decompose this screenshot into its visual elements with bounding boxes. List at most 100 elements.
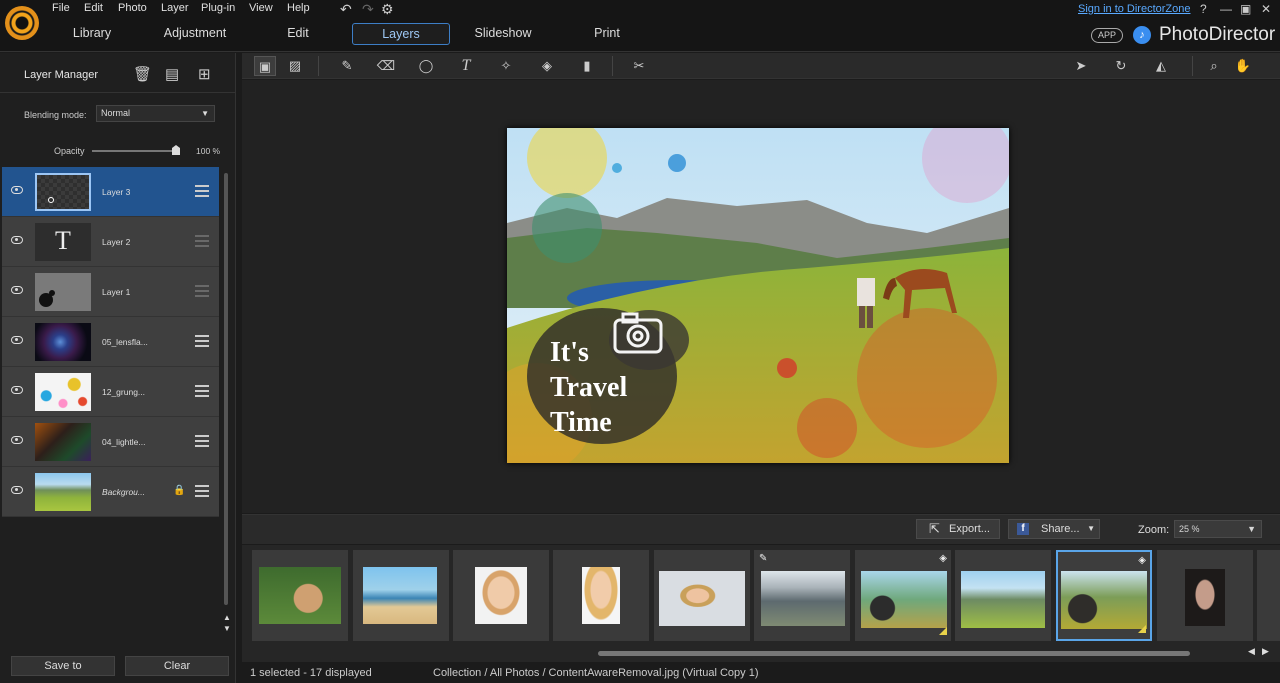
film-thumbnail[interactable]: ✎ [754,550,850,641]
zoom-icon[interactable]: ⌕ [1203,56,1225,76]
close-button[interactable]: ✕ [1261,2,1271,16]
notification-icon[interactable]: ♪ [1133,26,1151,44]
layer-name[interactable]: Layer 2 [102,237,130,247]
layer-adjust-icon[interactable] [195,335,209,347]
tab-slideshow[interactable]: Slideshow [460,23,546,45]
signin-link[interactable]: Sign in to DirectorZone [1078,3,1191,15]
scroll-up-icon[interactable]: ▲ [223,613,231,622]
film-thumbnail[interactable] [955,550,1051,641]
document-menu-icon[interactable]: ▤ [165,65,179,83]
layer-adjust-icon[interactable] [195,285,209,297]
menu-layer[interactable]: Layer [161,2,189,14]
visibility-eye-icon[interactable] [11,286,23,294]
menu-file[interactable]: File [52,2,70,14]
add-layer-icon[interactable]: ⊞ [198,65,211,83]
film-thumbnail[interactable] [252,550,348,641]
redo-icon[interactable]: ↷ [362,1,374,18]
visibility-eye-icon[interactable] [11,186,23,194]
tab-adjustment[interactable]: Adjustment [150,23,240,45]
maximize-button[interactable]: ▣ [1240,2,1251,16]
layer-item[interactable]: Layer 1 [2,267,219,317]
zoom-select[interactable]: 25 % ▼ [1174,520,1262,538]
menu-plugin[interactable]: Plug-in [201,2,235,14]
layer-thumbnail [35,473,91,511]
minimize-button[interactable]: — [1220,2,1232,16]
opacity-slider-handle[interactable] [172,145,180,155]
clear-button[interactable]: Clear [125,656,229,676]
layer-name[interactable]: Backgrou... [102,487,145,497]
undo-icon[interactable]: ↶ [340,1,352,18]
menu-photo[interactable]: Photo [118,2,147,14]
rotate-icon[interactable]: ↻ [1110,56,1132,76]
layer-item[interactable]: 05_lensfla... [2,317,219,367]
app-badge[interactable]: APP [1091,28,1123,43]
scroll-down-icon[interactable]: ▼ [223,624,231,633]
blending-mode-select[interactable]: Normal ▼ [96,105,215,122]
visibility-eye-icon[interactable] [11,386,23,394]
layer-name[interactable]: Layer 1 [102,287,130,297]
layer-adjust-icon[interactable] [195,185,209,197]
pointer-icon[interactable]: ➤ [1070,56,1092,76]
film-thumbnail[interactable]: ◈ [855,550,951,641]
ellipse-icon[interactable]: ◯ [415,56,437,76]
composite-photo[interactable]: It's Travel Time [507,128,1009,463]
lock-icon[interactable]: 🔒 [173,485,185,496]
layer-list-scrollbar[interactable] [224,173,228,605]
text-tool-icon[interactable]: T [455,56,477,76]
film-thumbnail[interactable] [1257,550,1280,641]
brush-icon[interactable]: ✎ [336,56,358,76]
eraser-icon[interactable]: ⌫ [375,56,397,76]
flip-icon[interactable]: ◭ [1150,56,1172,76]
menu-view[interactable]: View [249,2,273,14]
layer-item[interactable]: 12_grung... [2,367,219,417]
layer-item[interactable]: Backgrou... 🔒 [2,467,219,517]
tab-library[interactable]: Library [50,23,134,45]
photo-thumbnail [961,571,1045,628]
film-thumbnail[interactable] [453,550,549,641]
fill-bucket-icon[interactable]: ◈ [536,56,558,76]
menu-edit[interactable]: Edit [84,2,103,14]
settings-icon[interactable]: ⚙ [381,1,394,18]
trash-icon[interactable]: 🗑 [133,65,152,83]
visibility-eye-icon[interactable] [11,336,23,344]
layer-name[interactable]: 05_lensfla... [102,337,148,347]
film-thumbnail-selected[interactable]: ◈ [1056,550,1152,641]
film-thumbnail[interactable] [553,550,649,641]
scroll-left-icon[interactable]: ◀ [1248,646,1255,657]
visibility-eye-icon[interactable] [11,486,23,494]
layer-name[interactable]: Layer 3 [102,187,130,197]
layer-adjust-icon[interactable] [195,435,209,447]
tab-print[interactable]: Print [570,23,644,45]
layer-adjust-icon[interactable] [195,235,209,247]
chevron-down-icon[interactable]: ▼ [1087,520,1095,538]
visibility-eye-icon[interactable] [11,436,23,444]
help-button[interactable]: ? [1200,2,1207,16]
layer-adjust-icon[interactable] [195,385,209,397]
share-button[interactable]: f Share... ▼ [1008,519,1100,539]
layer-name[interactable]: 04_lightle... [102,437,145,447]
layer-view-icon[interactable]: ▣ [254,56,276,76]
scroll-right-icon[interactable]: ▶ [1262,646,1269,657]
image-icon[interactable]: ▨ [284,56,306,76]
clone-stamp-icon[interactable]: ✧ [495,56,517,76]
pan-hand-icon[interactable]: ✋ [1232,56,1254,76]
tab-edit[interactable]: Edit [260,23,336,45]
filmstrip-scrollbar[interactable] [598,651,1190,656]
film-thumbnail[interactable] [654,550,750,641]
cut-icon[interactable]: ✂ [628,56,650,76]
visibility-eye-icon[interactable] [11,236,23,244]
menu-help[interactable]: Help [287,2,310,14]
layer-item[interactable]: T Layer 2 [2,217,219,267]
film-thumbnail[interactable] [353,550,449,641]
film-thumbnail[interactable] [1157,550,1253,641]
menu-bar: File Edit Photo Layer Plug-in View Help … [0,0,1280,17]
layer-item[interactable]: Layer 3 [2,167,219,217]
export-button[interactable]: ⇱ Export... [916,519,1000,539]
opacity-slider[interactable] [92,150,180,152]
layer-adjust-icon[interactable] [195,485,209,497]
layer-item[interactable]: 04_lightle... [2,417,219,467]
tab-layers[interactable]: Layers [352,23,450,45]
layer-name[interactable]: 12_grung... [102,387,145,397]
gradient-icon[interactable]: ▮ [576,56,598,76]
save-to-button[interactable]: Save to [11,656,115,676]
